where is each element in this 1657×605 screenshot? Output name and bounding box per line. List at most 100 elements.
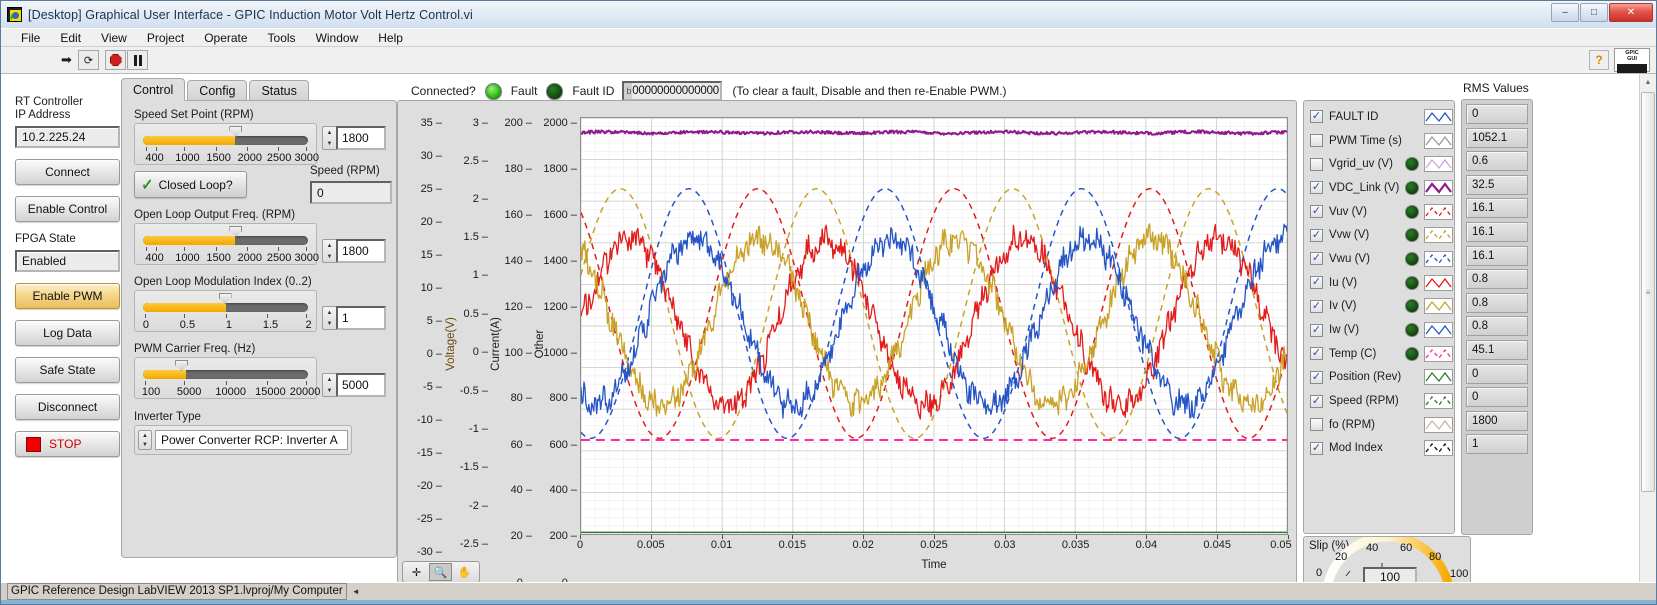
legend-plot-style-swatch[interactable] [1424,440,1453,457]
safe-state-button[interactable]: Safe State [15,357,120,383]
menu-window[interactable]: Window [306,29,369,47]
connect-button[interactable]: Connect [15,159,120,185]
menu-help[interactable]: Help [368,29,413,47]
log-data-button[interactable]: Log Data [15,320,120,346]
statusbar-arrow-icon[interactable]: ◄ [352,587,360,596]
crosshair-icon[interactable]: ✛ [405,563,428,581]
legend-plot-style-swatch[interactable] [1424,322,1453,339]
legend-row[interactable]: ✓ FAULT ID [1310,105,1454,129]
legend-row[interactable]: ✓ Vvw (V) [1310,223,1454,247]
stop-button[interactable]: STOP [15,431,120,457]
graph-palette[interactable]: ✛ 🔍 ✋ [402,561,480,582]
spinner-control[interactable]: ▲ ▼ [322,239,336,263]
menu-edit[interactable]: Edit [50,29,91,47]
plot-area[interactable] [580,117,1288,535]
tab-control[interactable]: Control [121,78,186,101]
mod-index-slider[interactable]: 0 0.5 1 1.5 2 [134,290,317,332]
speed-set-point-slider[interactable]: 400 1000 1500 2000 2500 3000 [134,123,319,165]
menu-tools[interactable]: Tools [258,29,306,47]
menu-project[interactable]: Project [137,29,194,47]
spinner-control[interactable]: ▲ ▼ [322,306,336,330]
legend-plot-style-swatch[interactable] [1424,132,1453,149]
legend-row[interactable]: PWM Time (s) [1310,129,1454,153]
legend-row[interactable]: ✓ Position (Rev) [1310,366,1454,390]
legend-checkbox-pwm-time-s-[interactable] [1310,134,1323,148]
legend-checkbox-vwu-v-[interactable]: ✓ [1310,252,1323,266]
closed-loop-button[interactable]: ✓ Closed Loop? [134,171,247,198]
context-help-icon[interactable]: ? [1589,50,1609,70]
legend-checkbox-mod-index[interactable]: ✓ [1310,441,1323,455]
open-loop-freq-slider[interactable]: 400 1000 1500 2000 2500 3000 [134,223,319,265]
legend-checkbox-fault-id[interactable]: ✓ [1310,110,1323,124]
inverter-type-value[interactable]: Power Converter RCP: Inverter A [155,430,348,450]
mod-index-value[interactable]: 1 [336,306,386,330]
legend-row[interactable]: ✓ Speed (RPM) [1310,389,1454,413]
enable-pwm-button[interactable]: Enable PWM [15,283,120,309]
legend-plot-style-swatch[interactable] [1424,250,1453,267]
menu-operate[interactable]: Operate [194,29,257,47]
scroll-up-icon[interactable]: ▲ [1640,74,1656,91]
legend-plot-style-swatch[interactable] [1424,274,1453,291]
speed-set-point-value[interactable]: 1800 [336,126,386,150]
run-continuously-icon[interactable]: ⟳ [78,50,99,70]
enable-control-button[interactable]: Enable Control [15,196,120,222]
legend-checkbox-vvw-v-[interactable]: ✓ [1310,228,1323,242]
abort-execution-icon[interactable] [105,50,126,70]
legend-plot-style-swatch[interactable] [1424,156,1453,173]
legend-checkbox-vgrid-uv-v-[interactable] [1310,157,1323,171]
legend-row[interactable]: ✓ Vwu (V) [1310,247,1454,271]
spinner-control[interactable]: ▲ ▼ [138,430,152,450]
legend-plot-style-swatch[interactable] [1424,227,1453,244]
legend-checkbox-vuv-v-[interactable]: ✓ [1310,205,1323,219]
spinner-control[interactable]: ▲ ▼ [322,373,336,397]
legend-row[interactable]: ✓ Iu (V) [1310,271,1454,295]
legend-row[interactable]: fo (RPM) [1310,413,1454,437]
pan-hand-icon[interactable]: ✋ [453,563,476,581]
spinner-control[interactable]: ▲ ▼ [322,126,336,150]
speed-set-point-numeric[interactable]: ▲ ▼ 1800 [322,126,386,150]
disconnect-button[interactable]: Disconnect [15,394,120,420]
maximize-button[interactable]: □ [1580,3,1608,22]
carrier-freq-slider[interactable]: 100 5000 10000 15000 20000 [134,357,320,399]
legend-plot-style-swatch[interactable] [1424,393,1453,410]
legend-row[interactable]: ✓ Iw (V) [1310,318,1454,342]
legend-plot-style-swatch[interactable] [1424,179,1453,196]
run-arrow-icon[interactable]: ➡ [56,50,77,70]
legend-row[interactable]: ✓ Vuv (V) [1310,200,1454,224]
legend-row[interactable]: ✓ VDC_Link (V) [1310,176,1454,200]
open-loop-freq-value[interactable]: 1800 [336,239,386,263]
legend-plot-style-swatch[interactable] [1424,298,1453,315]
legend-row[interactable]: Vgrid_uv (V) [1310,152,1454,176]
tab-status[interactable]: Status [249,80,309,101]
legend-row[interactable]: ✓ Mod Index [1310,437,1454,461]
legend-checkbox-iu-v-[interactable]: ✓ [1310,276,1323,290]
carrier-freq-value[interactable]: 5000 [336,373,386,397]
legend-checkbox-iw-v-[interactable]: ✓ [1310,323,1323,337]
menu-view[interactable]: View [91,29,137,47]
scrollbar-thumb[interactable]: ≡ [1641,92,1655,492]
open-loop-freq-numeric[interactable]: ▲ ▼ 1800 [322,239,386,263]
legend-row[interactable]: ✓ Temp (C) [1310,342,1454,366]
minimize-button[interactable]: – [1551,3,1579,22]
mod-index-numeric[interactable]: ▲ ▼ 1 [322,306,386,330]
legend-checkbox-speed-rpm-[interactable]: ✓ [1310,394,1323,408]
inverter-type-combo[interactable]: ▲ ▼ Power Converter RCP: Inverter A [134,425,352,455]
legend-checkbox-iv-v-[interactable]: ✓ [1310,299,1323,313]
legend-plot-style-swatch[interactable] [1424,416,1453,433]
zoom-icon[interactable]: 🔍 [429,563,452,581]
legend-plot-style-swatch[interactable] [1424,108,1453,125]
legend-checkbox-fo-rpm-[interactable] [1310,418,1323,432]
legend-checkbox-vdc-link-v-[interactable]: ✓ [1310,181,1323,195]
panel-vertical-scrollbar[interactable]: ▲ ≡ [1639,74,1656,582]
legend-row[interactable]: ✓ Iv (V) [1310,295,1454,319]
ip-address-input[interactable]: 10.2.225.24 [15,126,120,148]
legend-plot-style-swatch[interactable] [1424,369,1453,386]
legend-checkbox-temp-c-[interactable]: ✓ [1310,347,1323,361]
pause-icon[interactable] [127,50,148,70]
legend-plot-style-swatch[interactable] [1424,345,1453,362]
legend-plot-style-swatch[interactable] [1424,203,1453,220]
close-button[interactable]: ✕ [1609,3,1653,22]
carrier-freq-numeric[interactable]: ▲ ▼ 5000 [322,373,386,397]
legend-checkbox-position-rev-[interactable]: ✓ [1310,370,1323,384]
menu-file[interactable]: File [11,29,50,47]
